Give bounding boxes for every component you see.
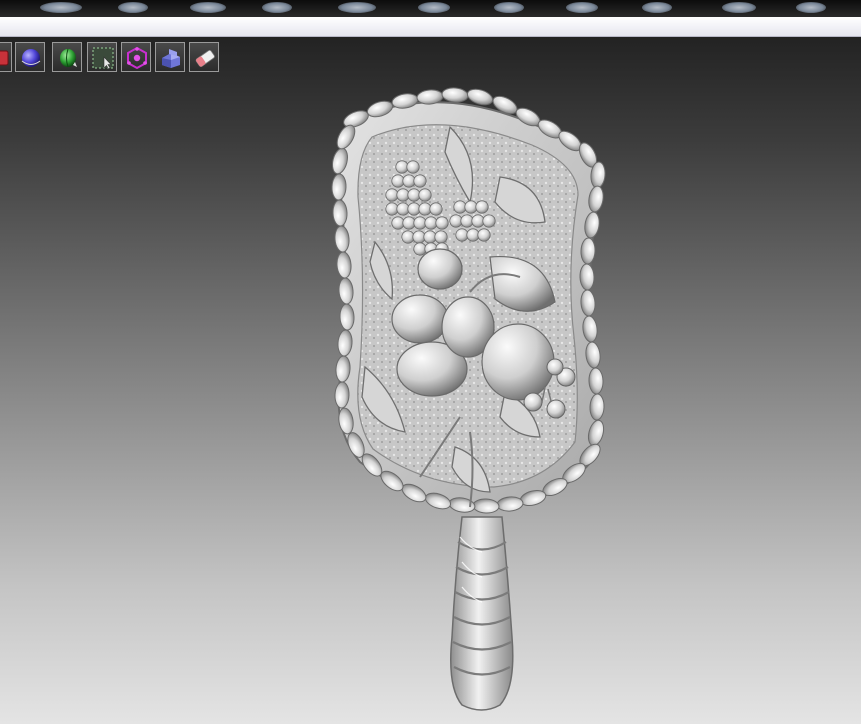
taskbar-glow	[494, 2, 524, 13]
grape	[412, 230, 426, 244]
taskbar-glow	[566, 2, 598, 13]
grape	[424, 216, 438, 230]
grape	[396, 202, 410, 216]
grape	[406, 160, 420, 174]
grape	[471, 214, 485, 228]
grape	[401, 230, 415, 244]
grape	[466, 228, 480, 242]
grape	[391, 216, 405, 230]
taskbar-glow	[796, 2, 826, 13]
grape	[396, 188, 410, 202]
taskbar-glow	[722, 2, 756, 13]
grape	[407, 202, 421, 216]
3d-viewport[interactable]	[0, 37, 861, 724]
desktop-strip	[0, 0, 861, 17]
grape	[391, 174, 405, 188]
mirror-handle	[450, 516, 514, 711]
grape	[464, 200, 478, 214]
grape	[407, 188, 421, 202]
taskbar-glow	[262, 2, 292, 13]
grape	[418, 188, 432, 202]
grape	[477, 228, 491, 242]
grape	[413, 174, 427, 188]
grape	[460, 214, 474, 228]
grape	[395, 160, 409, 174]
taskbar-glow	[642, 2, 672, 13]
taskbar-glow	[190, 2, 226, 13]
grape	[455, 228, 469, 242]
grape	[453, 200, 467, 214]
taskbar-glow	[40, 2, 82, 13]
application-window	[0, 0, 861, 724]
taskbar-glow	[418, 2, 450, 13]
grape	[418, 202, 432, 216]
grape	[423, 230, 437, 244]
grape	[385, 202, 399, 216]
taskbar-glow	[118, 2, 148, 13]
border-bead	[441, 87, 469, 103]
grape	[434, 230, 448, 244]
grape	[402, 216, 416, 230]
grape	[385, 188, 399, 202]
grape	[449, 214, 463, 228]
grape	[435, 216, 449, 230]
grape	[402, 174, 416, 188]
grape	[413, 242, 427, 256]
grape	[413, 216, 427, 230]
grape	[475, 200, 489, 214]
window-title-bar	[0, 17, 861, 37]
grape	[482, 214, 496, 228]
grape	[429, 202, 443, 216]
taskbar-glow	[338, 2, 376, 13]
carved-mirror-model[interactable]	[0, 37, 861, 724]
